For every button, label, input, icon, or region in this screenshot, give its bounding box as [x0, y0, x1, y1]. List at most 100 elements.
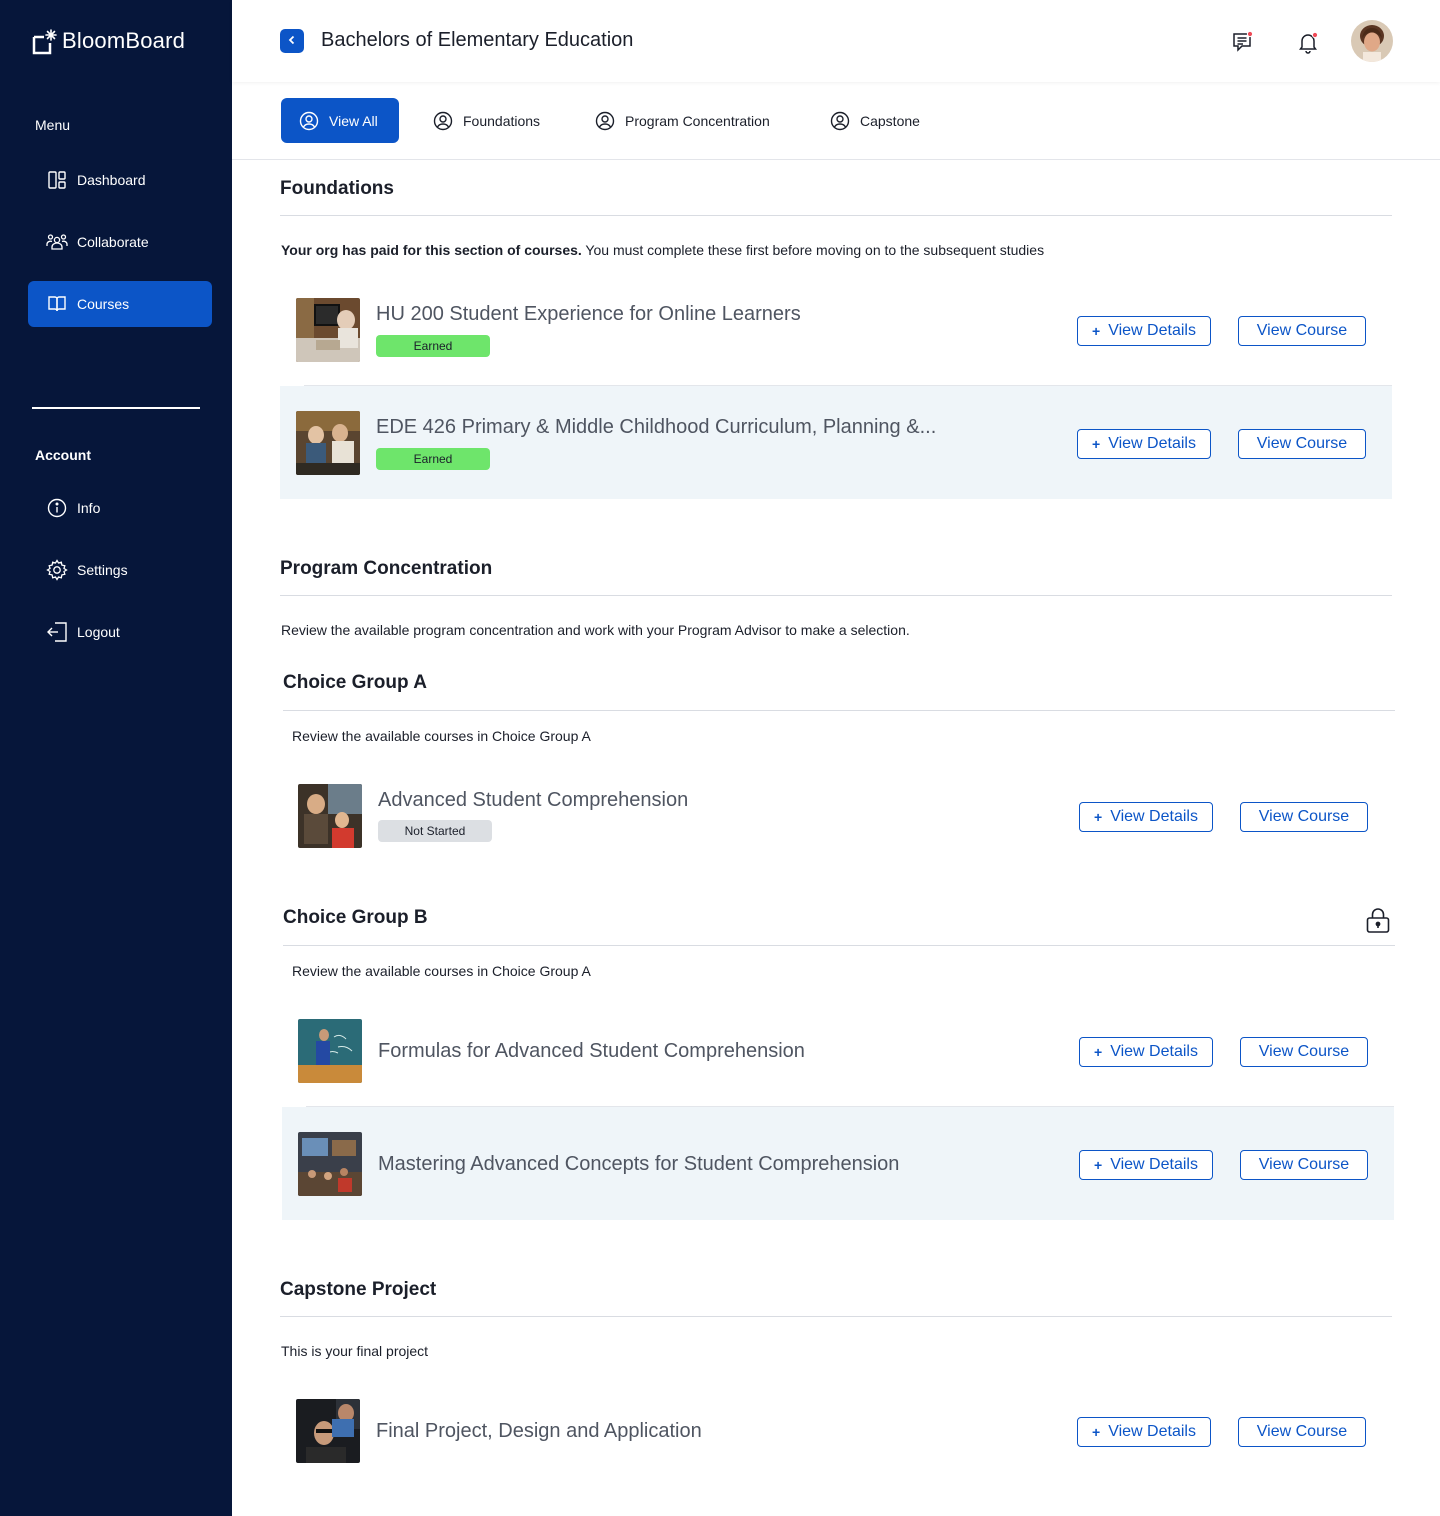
course-name[interactable]: Advanced Student Comprehension: [378, 789, 688, 812]
course-thumbnail: [298, 1132, 362, 1196]
avatar[interactable]: [1351, 20, 1393, 62]
group-rule: [283, 945, 1395, 946]
status-badge: Earned: [376, 448, 490, 470]
course-thumbnail: [298, 784, 362, 848]
sidebar-item-info[interactable]: Info: [28, 485, 212, 531]
view-details-label: View Details: [1110, 1156, 1198, 1173]
bell-icon[interactable]: [1296, 30, 1320, 54]
view-details-label: View Details: [1108, 322, 1196, 339]
tab-label: Program Concentration: [625, 112, 770, 129]
collaborate-icon: [46, 231, 68, 253]
tab-label: Foundations: [463, 112, 541, 129]
course-row: HU 200 Student Experience for Online Lea…: [280, 273, 1392, 386]
choice-group-b-title: Choice Group B: [283, 907, 428, 928]
sidebar-item-label: Collaborate: [77, 234, 149, 250]
course-name[interactable]: EDE 426 Primary & Middle Childhood Curri…: [376, 416, 936, 439]
user-circle-icon: [433, 111, 453, 131]
course-row: Mastering Advanced Concepts for Student …: [282, 1107, 1394, 1220]
status-badge: Earned: [376, 335, 490, 357]
info-icon: [46, 497, 68, 519]
plus-icon: +: [1092, 436, 1101, 452]
course-name[interactable]: HU 200 Student Experience for Online Lea…: [376, 303, 801, 326]
tab-bar: View All Foundations Program Concentrati…: [232, 82, 1440, 160]
choice-group-b-description: Review the available courses in Choice G…: [292, 963, 591, 979]
sidebar-item-dashboard[interactable]: Dashboard: [28, 157, 212, 203]
view-course-button[interactable]: View Course: [1238, 429, 1366, 459]
view-course-button[interactable]: View Course: [1240, 1150, 1368, 1180]
sidebar-item-label: Courses: [77, 296, 130, 312]
menu-label: Menu: [35, 117, 71, 133]
view-details-label: View Details: [1108, 435, 1196, 452]
chevron-left-icon: [287, 32, 297, 50]
section-title-foundations: Foundations: [280, 178, 394, 199]
sidebar-item-label: Info: [77, 500, 101, 516]
back-button[interactable]: [280, 29, 304, 53]
sidebar-item-settings[interactable]: Settings: [28, 547, 212, 593]
plus-icon: +: [1092, 323, 1101, 339]
view-details-button[interactable]: + View Details: [1077, 316, 1211, 346]
sidebar-item-courses[interactable]: Courses: [28, 281, 212, 327]
tab-capstone[interactable]: Capstone: [830, 98, 920, 143]
view-details-label: View Details: [1110, 808, 1198, 825]
tab-foundations[interactable]: Foundations: [433, 98, 540, 143]
foundations-description-rest: You must complete these first before mov…: [581, 242, 1045, 258]
course-thumbnail: [296, 298, 360, 362]
section-rule: [280, 595, 1392, 596]
sidebar-item-collaborate[interactable]: Collaborate: [28, 219, 212, 265]
sidebar-item-label: Dashboard: [77, 172, 146, 188]
dashboard-icon: [46, 169, 68, 191]
course-row: Final Project, Design and Application + V…: [280, 1374, 1392, 1487]
course-name[interactable]: Formulas for Advanced Student Comprehens…: [378, 1040, 805, 1063]
section-rule: [280, 1316, 1392, 1317]
status-badge: Not Started: [378, 820, 492, 842]
user-circle-icon: [299, 111, 319, 131]
tab-label: View All: [329, 112, 378, 129]
section-title-program-concentration: Program Concentration: [280, 558, 493, 579]
course-row: Formulas for Advanced Student Comprehens…: [282, 994, 1394, 1107]
foundations-description-bold: Your org has paid for this section of co…: [281, 242, 582, 258]
tab-program-concentration[interactable]: Program Concentration: [595, 98, 770, 143]
group-rule: [283, 710, 1395, 711]
sidebar-item-logout[interactable]: Logout: [28, 609, 212, 655]
course-row: EDE 426 Primary & Middle Childhood Curri…: [280, 386, 1392, 499]
view-details-button[interactable]: + View Details: [1077, 429, 1211, 459]
chat-icon[interactable]: [1231, 30, 1255, 54]
course-thumbnail: [296, 1399, 360, 1463]
view-details-button[interactable]: + View Details: [1079, 1150, 1213, 1180]
account-label: Account: [35, 447, 91, 463]
logo[interactable]: BloomBoard: [32, 24, 185, 58]
plus-icon: +: [1094, 1157, 1103, 1173]
view-course-button[interactable]: View Course: [1240, 802, 1368, 832]
sidebar-item-label: Settings: [77, 562, 128, 578]
gear-icon: [46, 559, 68, 581]
tab-view-all[interactable]: View All: [281, 98, 399, 143]
capstone-description: This is your final project: [281, 1343, 429, 1359]
view-details-label: View Details: [1110, 1043, 1198, 1060]
program-description: Review the available program concentrati…: [281, 622, 910, 638]
user-circle-icon: [830, 111, 850, 131]
logout-icon: [46, 621, 68, 643]
lock-icon: [1366, 908, 1390, 934]
logo-text: BloomBoard: [62, 28, 186, 53]
course-name[interactable]: Mastering Advanced Concepts for Student …: [378, 1153, 899, 1176]
section-title-capstone: Capstone Project: [280, 1279, 437, 1300]
view-course-button[interactable]: View Course: [1240, 1037, 1368, 1067]
foundations-description: Your org has paid for this section of co…: [281, 242, 1044, 258]
section-rule: [280, 215, 1392, 216]
user-circle-icon: [595, 111, 615, 131]
sidebar-item-label: Logout: [77, 624, 120, 640]
course-row: Advanced Student Comprehension Not Start…: [282, 759, 1394, 872]
plus-icon: +: [1094, 809, 1103, 825]
page-title: Bachelors of Elementary Education: [321, 29, 634, 51]
sidebar-divider: [32, 407, 200, 409]
plus-icon: +: [1092, 1424, 1101, 1440]
top-header: Bachelors of Elementary Education: [232, 0, 1440, 82]
view-course-button[interactable]: View Course: [1238, 1417, 1366, 1447]
view-details-button[interactable]: + View Details: [1079, 802, 1213, 832]
view-course-button[interactable]: View Course: [1238, 316, 1366, 346]
course-name[interactable]: Final Project, Design and Application: [376, 1420, 702, 1443]
tab-label: Capstone: [860, 112, 920, 129]
view-details-label: View Details: [1108, 1423, 1196, 1440]
view-details-button[interactable]: + View Details: [1079, 1037, 1213, 1067]
view-details-button[interactable]: + View Details: [1077, 1417, 1211, 1447]
